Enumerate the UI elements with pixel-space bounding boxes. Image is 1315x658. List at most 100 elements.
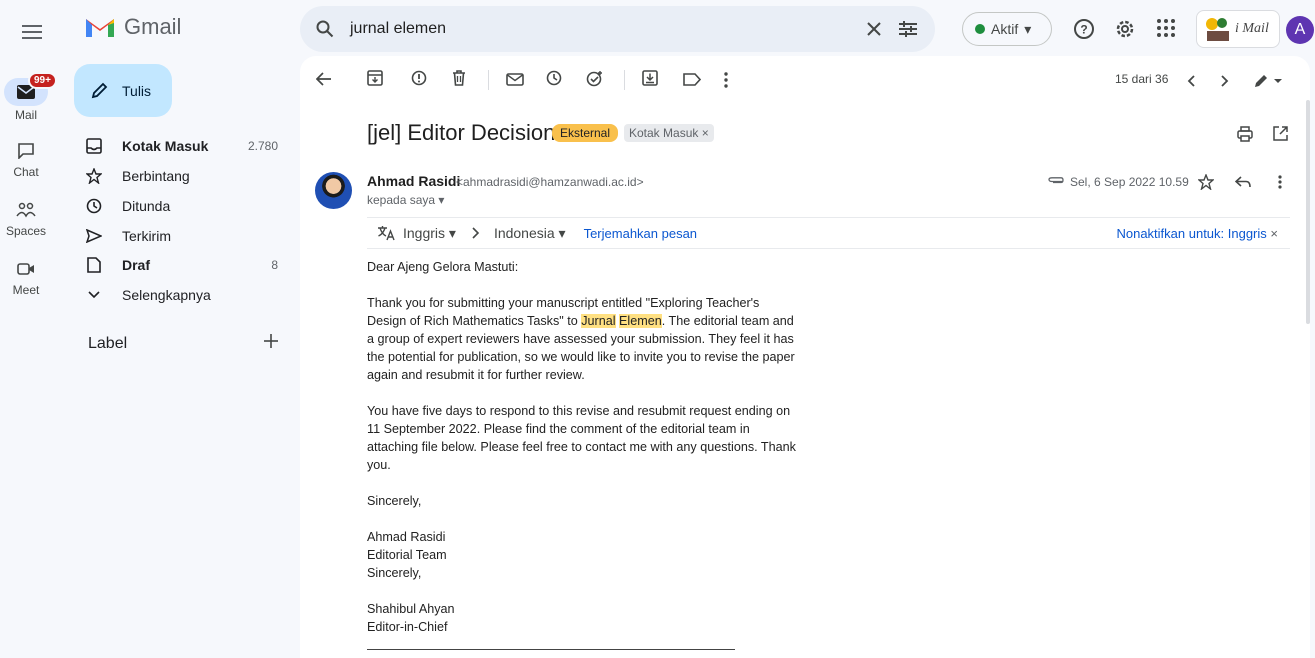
search-icon[interactable] [316,20,334,38]
scrollbar[interactable] [1306,100,1310,324]
email-body: Dear Ajeng Gelora Mastuti: Thank you for… [367,258,797,654]
sender-name[interactable]: Ahmad Rasidi [367,173,460,189]
nav-item-inbox[interactable]: Kotak Masuk 2.780 [74,131,284,161]
label-icon[interactable] [683,73,701,86]
paragraph-1: Thank you for submitting your manuscript… [367,294,797,384]
pagination-text: 15 dari 36 [1115,72,1169,86]
nav-item-more[interactable]: Selengkapnya [74,280,284,310]
nav-item-sent[interactable]: Terkirim [74,221,284,251]
open-in-new-window-icon[interactable] [1273,126,1288,141]
add-label-icon[interactable] [262,332,280,350]
rail-mail-label: Mail [14,108,37,122]
organization-logo[interactable]: i Mail [1196,10,1280,48]
search-options-icon[interactable] [899,21,917,37]
trash-icon[interactable] [452,70,466,86]
chevron-left-icon[interactable] [1187,75,1195,87]
chevron-right-icon[interactable] [1221,75,1229,87]
rail-chat[interactable]: Chat [0,137,52,179]
search-bar[interactable]: jurnal elemen [300,6,935,52]
signature-role: Editor-in-Chief [367,620,448,634]
email-date: Sel, 6 Sep 2022 10.59 [1070,175,1189,189]
nav-item-count: 2.780 [247,139,278,153]
video-camera-icon [17,263,34,275]
app-name: Gmail [124,14,182,39]
external-badge: Eksternal [552,124,619,142]
sender-avatar[interactable] [315,172,352,209]
source-language-select[interactable]: Inggris ▾ [403,225,456,242]
compose-label: Tulis [122,82,152,99]
signature-role: Editorial Team [367,548,447,562]
status-label: Aktif [991,21,1019,37]
print-icon[interactable] [1237,126,1253,142]
nav-item-count: 8 [271,258,278,272]
nav-item-label: Selengkapnya [122,287,211,303]
draft-file-icon [87,257,101,273]
signature-1: Ahmad Rasidi Editorial Team Sincerely, [367,528,797,582]
closing: Sincerely, [367,566,422,580]
sender-email: <ahmadrasidi@hamzanwadi.ac.id> [456,175,644,189]
disable-translation-link[interactable]: Nonaktifkan untuk: Inggris × [1116,226,1278,241]
archive-icon[interactable] [367,70,383,86]
chevron-down-icon [88,291,100,299]
labels-heading: Label [88,335,128,352]
account-avatar[interactable]: A [1286,16,1314,44]
send-icon [86,229,102,243]
recipient-details[interactable]: kepada saya ▾ [367,193,444,207]
reply-icon[interactable] [1235,176,1251,188]
rail-mail[interactable]: 99+ Mail [0,72,57,122]
nav-item-label: Kotak Masuk [122,138,209,154]
unread-badge: 99+ [28,72,57,89]
target-language-select[interactable]: Indonesia ▾ [494,225,566,242]
nav-item-label: Draf [122,257,151,273]
highlighted-term: Jurnal [581,314,616,328]
close-icon[interactable] [867,22,881,36]
nav-item-label: Berbintang [122,168,190,184]
hamburger-icon [22,25,42,39]
add-task-icon[interactable] [586,70,604,88]
apps-grid-icon[interactable] [1156,18,1176,38]
status-selector[interactable]: Aktif ▾ [962,12,1052,46]
attachment-icon [1048,177,1064,184]
organization-emblem-icon [1206,18,1229,41]
star-icon[interactable] [1198,174,1214,190]
translate-bar: Inggris ▾ Indonesia ▾ Terjemahkan pesan … [367,217,1290,249]
move-to-icon[interactable] [642,70,658,86]
pencil-icon [91,82,108,98]
more-vert-icon[interactable] [1278,175,1282,189]
rail-spaces[interactable]: Spaces [0,196,52,238]
help-icon[interactable]: ? [1073,18,1095,40]
more-vert-icon[interactable] [724,72,728,88]
spaces-icon [16,202,36,218]
highlighted-term: Elemen [619,314,662,328]
divider-line [367,649,735,650]
nav-item-drafts[interactable]: Draf 8 [74,250,284,280]
report-spam-icon[interactable] [411,70,427,86]
signature-2: Shahibul Ahyan Editor-in-Chief [367,600,797,636]
gear-icon[interactable] [1114,18,1136,40]
translate-message-link[interactable]: Terjemahkan pesan [584,226,697,241]
email-subject: [jel] Editor Decision [367,120,556,145]
greeting: Dear Ajeng Gelora Mastuti: [367,260,519,274]
input-tools-icon[interactable] [1253,73,1283,89]
nav-item-starred[interactable]: Berbintang [74,161,284,191]
back-arrow-icon[interactable] [316,72,332,86]
compose-button[interactable]: Tulis [74,64,172,117]
chevron-down-icon: ▾ [1024,20,1032,37]
rail-spaces-label: Spaces [5,224,47,238]
organization-logo-text: i Mail [1235,21,1269,36]
signature-name: Shahibul Ahyan [367,602,455,616]
search-input[interactable]: jurnal elemen [350,20,867,38]
gmail-logo[interactable]: Gmail [84,14,181,40]
main-menu-button[interactable] [16,16,48,48]
signature-name: Ahmad Rasidi [367,530,446,544]
rail-chat-label: Chat [13,165,39,179]
arrow-right-icon [472,227,480,239]
inbox-label-chip[interactable]: Kotak Masuk × [624,124,714,142]
mark-unread-icon[interactable] [506,73,524,86]
svg-text:?: ? [1080,23,1087,37]
clock-icon [86,198,102,214]
nav-item-snoozed[interactable]: Ditunda [74,191,284,221]
snooze-clock-icon[interactable] [546,70,562,86]
rail-meet[interactable]: Meet [0,255,52,297]
chat-icon [18,143,34,159]
